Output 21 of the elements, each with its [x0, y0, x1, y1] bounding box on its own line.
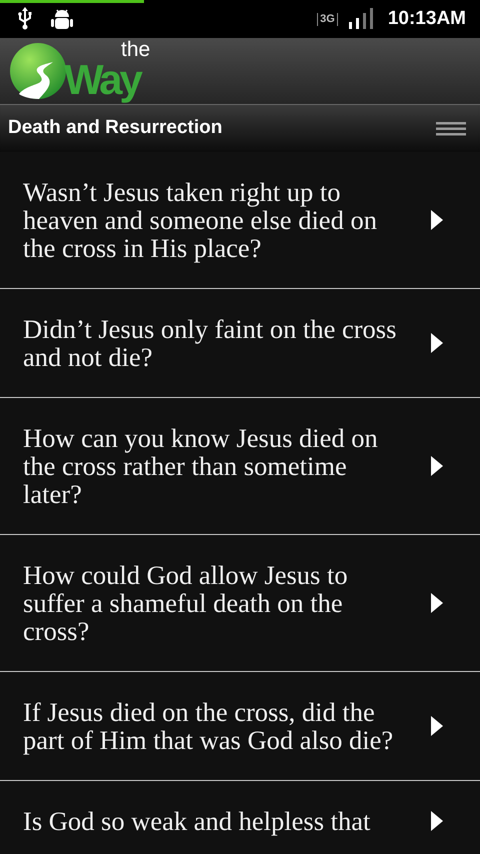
question-text: Didn’t Jesus only faint on the cross and not die?	[23, 315, 398, 371]
clock: 10:13AM	[388, 6, 466, 31]
logo-text: Way	[64, 59, 140, 101]
chevron-right-icon	[430, 332, 444, 354]
chevron-right-icon	[430, 209, 444, 231]
network-label: 3G	[317, 12, 338, 26]
signal-icon	[348, 8, 374, 30]
android-bug-icon	[50, 7, 74, 31]
chevron-right-icon	[430, 810, 444, 832]
chevron-right-icon	[430, 592, 444, 614]
question-text: If Jesus died on the cross, did the part of Him that was God also die?	[23, 698, 394, 754]
usb-icon	[16, 7, 34, 31]
question-text: How can you know Jesus died on the cross rather than sometime later?	[23, 424, 379, 508]
question-text: Wasn’t Jesus taken right up to heaven and someone else died on the cross in His place?	[23, 178, 378, 262]
question-text: Is God so weak and helpless that	[23, 807, 372, 835]
chevron-right-icon	[430, 455, 444, 477]
chevron-right-icon	[430, 715, 444, 737]
question-text: How could God allow Jesus to suffer a shameful death on the cross?	[23, 561, 349, 645]
menu-icon[interactable]	[436, 122, 466, 136]
logo-small-text: the	[121, 40, 150, 59]
section-title: Death and Resurrection	[8, 116, 224, 140]
